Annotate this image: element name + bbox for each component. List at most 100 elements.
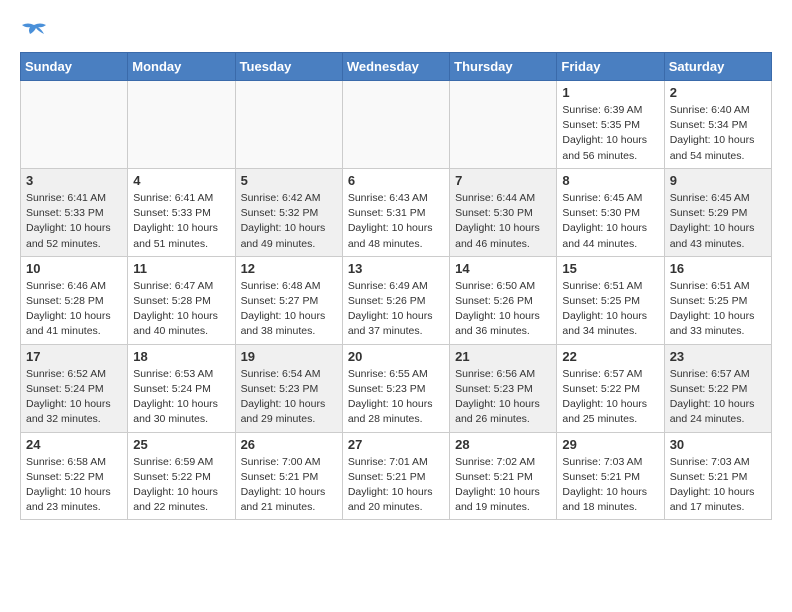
day-number: 11	[133, 261, 229, 276]
day-info: Sunrise: 6:45 AM Sunset: 5:30 PM Dayligh…	[562, 191, 658, 252]
day-info: Sunrise: 6:41 AM Sunset: 5:33 PM Dayligh…	[133, 191, 229, 252]
calendar-cell: 11 Sunrise: 6:47 AM Sunset: 5:28 PM Dayli…	[128, 256, 235, 344]
calendar-cell: 30 Sunrise: 7:03 AM Sunset: 5:21 PM Dayli…	[664, 432, 771, 520]
calendar-cell: 15Sunrise: 6:51 AM Sunset: 5:25 PM Dayli…	[557, 256, 664, 344]
day-number: 4	[133, 173, 229, 188]
calendar-cell: 6Sunrise: 6:43 AM Sunset: 5:31 PM Daylig…	[342, 168, 449, 256]
calendar-cell: 20 Sunrise: 6:55 AM Sunset: 5:23 PM Dayli…	[342, 344, 449, 432]
calendar-cell: 22 Sunrise: 6:57 AM Sunset: 5:22 PM Dayli…	[557, 344, 664, 432]
day-number: 30	[670, 437, 766, 452]
calendar-cell: 26 Sunrise: 7:00 AM Sunset: 5:21 PM Dayli…	[235, 432, 342, 520]
day-number: 27	[348, 437, 444, 452]
day-info: Sunrise: 7:03 AM Sunset: 5:21 PM Dayligh…	[670, 455, 766, 516]
calendar-cell: 24Sunrise: 6:58 AM Sunset: 5:22 PM Dayli…	[21, 432, 128, 520]
day-info: Sunrise: 6:55 AM Sunset: 5:23 PM Dayligh…	[348, 367, 444, 428]
calendar-cell: 2Sunrise: 6:40 AM Sunset: 5:34 PM Daylig…	[664, 81, 771, 169]
calendar-cell: 21 Sunrise: 6:56 AM Sunset: 5:23 PM Dayli…	[450, 344, 557, 432]
day-number: 23	[670, 349, 766, 364]
day-number: 5	[241, 173, 337, 188]
calendar-cell: 13 Sunrise: 6:49 AM Sunset: 5:26 PM Dayli…	[342, 256, 449, 344]
day-info: Sunrise: 6:43 AM Sunset: 5:31 PM Dayligh…	[348, 191, 444, 252]
weekday-header-saturday: Saturday	[664, 53, 771, 81]
day-number: 17	[26, 349, 122, 364]
day-info: Sunrise: 6:49 AM Sunset: 5:26 PM Dayligh…	[348, 279, 444, 340]
weekday-header-monday: Monday	[128, 53, 235, 81]
calendar-header-row: SundayMondayTuesdayWednesdayThursdayFrid…	[21, 53, 772, 81]
calendar-cell: 8 Sunrise: 6:45 AM Sunset: 5:30 PM Daylig…	[557, 168, 664, 256]
calendar-cell: 28 Sunrise: 7:02 AM Sunset: 5:21 PM Dayli…	[450, 432, 557, 520]
day-number: 24	[26, 437, 122, 452]
day-info: Sunrise: 6:41 AM Sunset: 5:33 PM Dayligh…	[26, 191, 122, 252]
day-info: Sunrise: 6:44 AM Sunset: 5:30 PM Dayligh…	[455, 191, 551, 252]
day-number: 8	[562, 173, 658, 188]
calendar-cell	[450, 81, 557, 169]
weekday-header-tuesday: Tuesday	[235, 53, 342, 81]
calendar-cell: 12 Sunrise: 6:48 AM Sunset: 5:27 PM Dayli…	[235, 256, 342, 344]
calendar-cell: 25 Sunrise: 6:59 AM Sunset: 5:22 PM Dayli…	[128, 432, 235, 520]
day-number: 1	[562, 85, 658, 100]
day-number: 21	[455, 349, 551, 364]
calendar-cell: 10Sunrise: 6:46 AM Sunset: 5:28 PM Dayli…	[21, 256, 128, 344]
day-number: 10	[26, 261, 122, 276]
calendar-cell: 3 Sunrise: 6:41 AM Sunset: 5:33 PM Daylig…	[21, 168, 128, 256]
day-number: 18	[133, 349, 229, 364]
day-number: 20	[348, 349, 444, 364]
day-info: Sunrise: 6:47 AM Sunset: 5:28 PM Dayligh…	[133, 279, 229, 340]
calendar-cell: 19Sunrise: 6:54 AM Sunset: 5:23 PM Dayli…	[235, 344, 342, 432]
day-number: 26	[241, 437, 337, 452]
calendar-week-4: 17 Sunrise: 6:52 AM Sunset: 5:24 PM Dayli…	[21, 344, 772, 432]
calendar-cell	[342, 81, 449, 169]
day-info: Sunrise: 6:59 AM Sunset: 5:22 PM Dayligh…	[133, 455, 229, 516]
calendar-cell: 29 Sunrise: 7:03 AM Sunset: 5:21 PM Dayli…	[557, 432, 664, 520]
page-header	[20, 20, 772, 42]
day-number: 29	[562, 437, 658, 452]
calendar-week-1: 1 Sunrise: 6:39 AM Sunset: 5:35 PM Daylig…	[21, 81, 772, 169]
logo-bird-icon	[20, 20, 48, 42]
calendar-cell	[235, 81, 342, 169]
calendar-cell: 1 Sunrise: 6:39 AM Sunset: 5:35 PM Daylig…	[557, 81, 664, 169]
day-info: Sunrise: 6:53 AM Sunset: 5:24 PM Dayligh…	[133, 367, 229, 428]
calendar-week-2: 3 Sunrise: 6:41 AM Sunset: 5:33 PM Daylig…	[21, 168, 772, 256]
day-number: 3	[26, 173, 122, 188]
calendar-cell: 5Sunrise: 6:42 AM Sunset: 5:32 PM Daylig…	[235, 168, 342, 256]
day-number: 15	[562, 261, 658, 276]
day-number: 14	[455, 261, 551, 276]
day-number: 13	[348, 261, 444, 276]
day-number: 19	[241, 349, 337, 364]
logo	[20, 20, 52, 42]
day-number: 28	[455, 437, 551, 452]
day-info: Sunrise: 7:00 AM Sunset: 5:21 PM Dayligh…	[241, 455, 337, 516]
day-number: 2	[670, 85, 766, 100]
calendar-week-5: 24Sunrise: 6:58 AM Sunset: 5:22 PM Dayli…	[21, 432, 772, 520]
day-info: Sunrise: 6:56 AM Sunset: 5:23 PM Dayligh…	[455, 367, 551, 428]
day-info: Sunrise: 6:52 AM Sunset: 5:24 PM Dayligh…	[26, 367, 122, 428]
day-info: Sunrise: 6:50 AM Sunset: 5:26 PM Dayligh…	[455, 279, 551, 340]
day-number: 22	[562, 349, 658, 364]
calendar-week-3: 10Sunrise: 6:46 AM Sunset: 5:28 PM Dayli…	[21, 256, 772, 344]
day-info: Sunrise: 6:45 AM Sunset: 5:29 PM Dayligh…	[670, 191, 766, 252]
day-info: Sunrise: 7:03 AM Sunset: 5:21 PM Dayligh…	[562, 455, 658, 516]
weekday-header-sunday: Sunday	[21, 53, 128, 81]
day-number: 12	[241, 261, 337, 276]
day-info: Sunrise: 6:48 AM Sunset: 5:27 PM Dayligh…	[241, 279, 337, 340]
day-number: 9	[670, 173, 766, 188]
calendar-cell: 23 Sunrise: 6:57 AM Sunset: 5:22 PM Dayli…	[664, 344, 771, 432]
calendar-cell	[128, 81, 235, 169]
day-number: 25	[133, 437, 229, 452]
day-info: Sunrise: 6:39 AM Sunset: 5:35 PM Dayligh…	[562, 103, 658, 164]
weekday-header-friday: Friday	[557, 53, 664, 81]
day-info: Sunrise: 7:01 AM Sunset: 5:21 PM Dayligh…	[348, 455, 444, 516]
calendar-cell: 16 Sunrise: 6:51 AM Sunset: 5:25 PM Dayli…	[664, 256, 771, 344]
day-info: Sunrise: 6:57 AM Sunset: 5:22 PM Dayligh…	[670, 367, 766, 428]
calendar-cell: 27 Sunrise: 7:01 AM Sunset: 5:21 PM Dayli…	[342, 432, 449, 520]
calendar-cell: 18 Sunrise: 6:53 AM Sunset: 5:24 PM Dayli…	[128, 344, 235, 432]
calendar-cell: 14 Sunrise: 6:50 AM Sunset: 5:26 PM Dayli…	[450, 256, 557, 344]
day-number: 16	[670, 261, 766, 276]
day-info: Sunrise: 6:57 AM Sunset: 5:22 PM Dayligh…	[562, 367, 658, 428]
calendar-cell: 17 Sunrise: 6:52 AM Sunset: 5:24 PM Dayli…	[21, 344, 128, 432]
day-number: 7	[455, 173, 551, 188]
day-info: Sunrise: 6:51 AM Sunset: 5:25 PM Dayligh…	[670, 279, 766, 340]
calendar-cell: 9 Sunrise: 6:45 AM Sunset: 5:29 PM Daylig…	[664, 168, 771, 256]
day-info: Sunrise: 7:02 AM Sunset: 5:21 PM Dayligh…	[455, 455, 551, 516]
weekday-header-thursday: Thursday	[450, 53, 557, 81]
